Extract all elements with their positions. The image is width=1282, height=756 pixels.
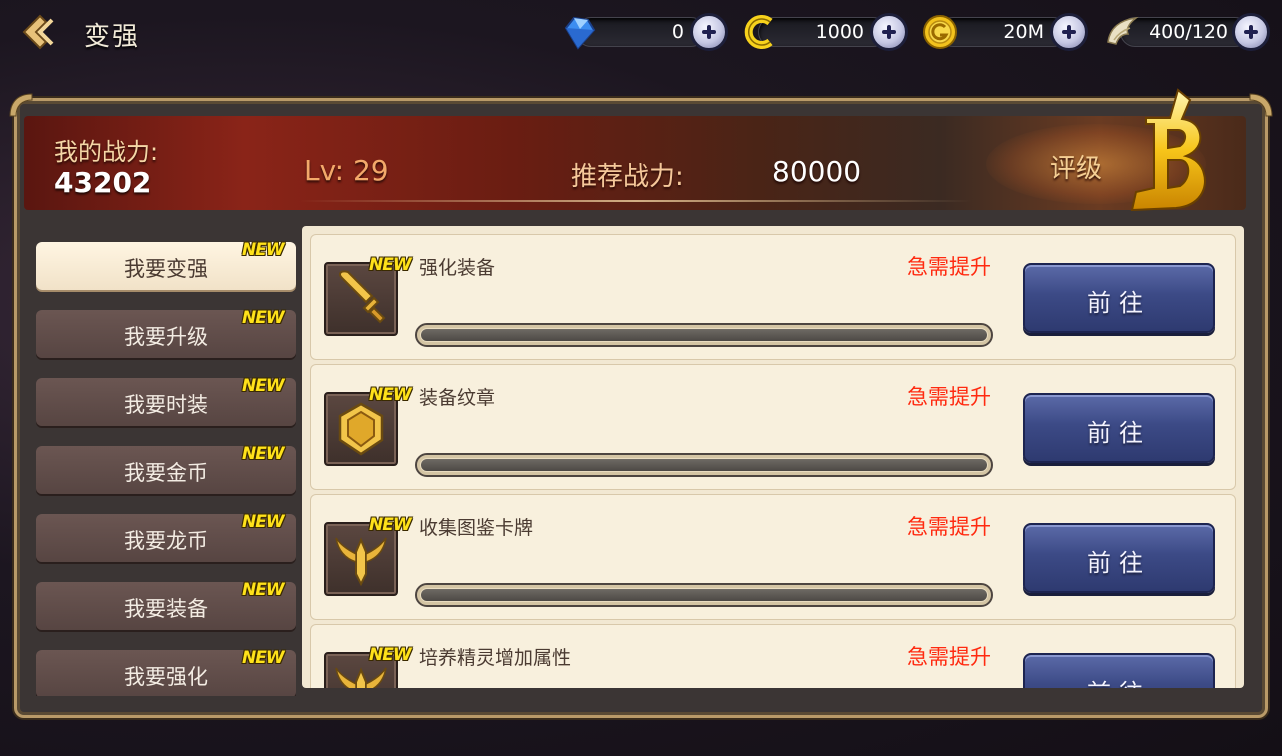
go-button[interactable]: 前往 — [1023, 653, 1215, 688]
go-button[interactable]: 前往 — [1023, 263, 1215, 333]
banner-divider — [300, 200, 972, 202]
grade-label: 评级 — [1050, 154, 1103, 184]
frame-corner-icon — [1249, 93, 1273, 117]
list-item: NEW 培养精灵增加属性 急需提升 前往 — [310, 624, 1236, 688]
coupon-value: 1000 — [815, 21, 864, 43]
item-title: 强化装备 — [419, 257, 496, 279]
page-title: 变强 — [84, 22, 141, 52]
sidebar-item-fashion[interactable]: 我要时装 NEW — [36, 376, 296, 426]
status-urgent: 急需提升 — [907, 645, 991, 669]
c-coin-icon — [740, 12, 780, 52]
new-badge: NEW — [242, 512, 285, 532]
list-item: NEW 收集图鉴卡牌 急需提升 前往 — [310, 494, 1236, 620]
recommended-power-label: 推荐战力: — [571, 162, 684, 192]
new-badge: NEW — [242, 376, 285, 396]
diamond-icon — [558, 12, 598, 52]
new-badge: NEW — [242, 580, 285, 600]
recommended-power-value: 80000 — [772, 155, 862, 188]
sidebar-item-dragon-coin[interactable]: 我要龙币 NEW — [36, 512, 296, 562]
diamond-value: 0 — [671, 21, 684, 43]
go-button-label: 前往 — [1087, 419, 1151, 447]
add-diamond-button[interactable] — [690, 13, 728, 51]
go-button[interactable]: 前往 — [1023, 523, 1215, 593]
go-button[interactable]: 前往 — [1023, 393, 1215, 463]
add-coupon-button[interactable] — [870, 13, 908, 51]
stamina-value: 400/120 — [1149, 21, 1228, 43]
status-urgent: 急需提升 — [907, 385, 991, 409]
new-badge: NEW — [369, 515, 412, 535]
new-badge: NEW — [369, 255, 412, 275]
category-sidebar: 我要变强 NEW 我要升级 NEW 我要时装 NEW 我要金币 NEW 我要龙币… — [30, 220, 300, 696]
sidebar-item-equipment[interactable]: 我要装备 NEW — [36, 580, 296, 630]
status-urgent: 急需提升 — [907, 515, 991, 539]
progress-bar — [415, 323, 993, 347]
item-title: 装备纹章 — [419, 387, 496, 409]
new-badge: NEW — [242, 648, 285, 668]
new-badge: NEW — [369, 645, 412, 665]
go-button-label: 前往 — [1025, 673, 1213, 688]
item-title: 收集图鉴卡牌 — [419, 517, 534, 539]
my-power-value: 43202 — [54, 166, 152, 199]
sidebar-item-enhance[interactable]: 我要强化 NEW — [36, 648, 296, 696]
new-badge: NEW — [242, 240, 285, 260]
progress-fill — [421, 459, 987, 471]
add-gold-button[interactable] — [1050, 13, 1088, 51]
grade-b-icon — [1130, 88, 1206, 212]
new-badge: NEW — [369, 385, 412, 405]
wing-icon — [1102, 12, 1142, 52]
currency-gold: 20M — [920, 12, 1092, 52]
progress-fill — [421, 329, 987, 341]
back-arrow-icon[interactable] — [18, 10, 62, 54]
level-text: Lv: 29 — [304, 154, 389, 187]
gold-value: 20M — [1003, 21, 1044, 43]
list-item: NEW 强化装备 急需提升 前往 — [310, 234, 1236, 360]
status-urgent: 急需提升 — [907, 255, 991, 279]
add-stamina-button[interactable] — [1232, 13, 1270, 51]
progress-bar — [415, 453, 993, 477]
go-button-label: 前往 — [1087, 549, 1151, 577]
sidebar-item-get-stronger[interactable]: 我要变强 NEW — [36, 240, 296, 290]
sidebar-item-gold[interactable]: 我要金币 NEW — [36, 444, 296, 494]
top-bar: 变强 0 1000 20M 400/120 — [0, 0, 1282, 74]
list-item: NEW 装备纹章 急需提升 前往 — [310, 364, 1236, 490]
currency-diamond: 0 — [558, 12, 732, 52]
progress-bar — [415, 583, 993, 607]
sidebar-item-level-up[interactable]: 我要升级 NEW — [36, 308, 296, 358]
new-badge: NEW — [242, 308, 285, 328]
gold-coin-icon — [920, 12, 960, 52]
item-title: 培养精灵增加属性 — [419, 647, 572, 669]
go-button-label: 前往 — [1087, 289, 1151, 317]
currency-coupon: 1000 — [740, 12, 912, 52]
currency-stamina: 400/120 — [1102, 12, 1274, 52]
frame-corner-icon — [9, 93, 33, 117]
improvement-list[interactable]: NEW 强化装备 急需提升 前往 NEW 装备纹章 急需提升 前往 NEW 收集… — [302, 226, 1244, 688]
progress-fill — [421, 589, 987, 601]
new-badge: NEW — [242, 444, 285, 464]
my-power-label: 我的战力: — [54, 138, 159, 166]
